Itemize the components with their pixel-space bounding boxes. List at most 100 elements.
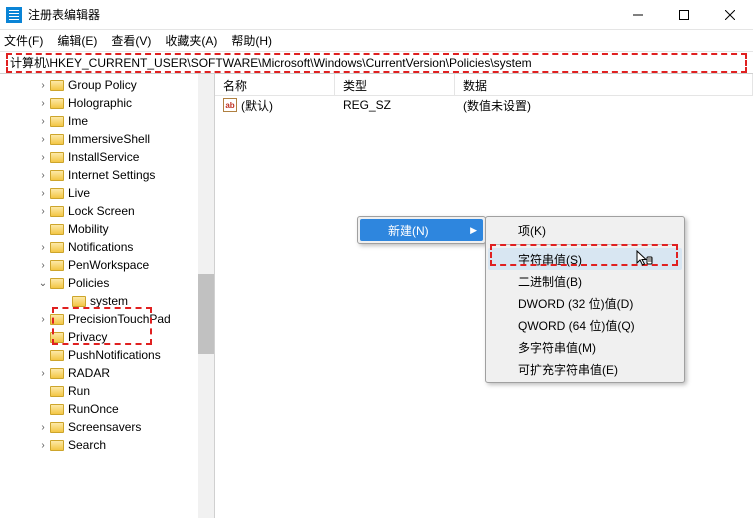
tree-item-policies[interactable]: ⌄ Policies: [0, 274, 214, 292]
context-new[interactable]: 新建(N) ▶: [360, 219, 483, 241]
expander-open-icon[interactable]: ⌄: [38, 278, 48, 289]
address-path: 计算机\HKEY_CURRENT_USER\SOFTWARE\Microsoft…: [10, 54, 532, 71]
folder-icon: [50, 170, 64, 181]
tree-item-runonce[interactable]: RunOnce: [0, 400, 214, 418]
submenu-key-label: 项(K): [518, 222, 546, 239]
tree-item-search[interactable]: ›Search: [0, 436, 214, 454]
maximize-button[interactable]: [661, 0, 707, 30]
tree-scrollbar-track[interactable]: [198, 74, 214, 518]
value-data: (数值未设置): [455, 97, 753, 114]
tree-item-label: Mobility: [68, 222, 109, 236]
folder-icon: [50, 206, 64, 217]
expander-closed-icon[interactable]: ›: [38, 440, 48, 451]
context-new-label: 新建(N): [388, 222, 429, 239]
close-button[interactable]: [707, 0, 753, 30]
tree-item-precisiontouchpad[interactable]: › PrecisionTouchPad: [0, 310, 214, 328]
folder-icon: [50, 368, 64, 379]
expander-closed-icon[interactable]: ›: [38, 98, 48, 109]
col-type[interactable]: 类型: [335, 74, 455, 95]
tree-pane: ›Group Policy›Holographic›Ime›ImmersiveS…: [0, 74, 215, 518]
menu-edit[interactable]: 编辑(E): [57, 32, 97, 49]
submenu-multi[interactable]: 多字符串值(M): [488, 336, 682, 358]
value-row[interactable]: ab (默认) REG_SZ (数值未设置): [215, 96, 753, 114]
tree-item-label: PushNotifications: [68, 348, 161, 362]
expander-closed-icon[interactable]: ›: [38, 80, 48, 91]
tree-scrollbar-thumb[interactable]: [198, 274, 214, 354]
expander-closed-icon[interactable]: ›: [38, 422, 48, 433]
submenu-string[interactable]: 字符串值(S): [488, 248, 682, 270]
tree-item-system[interactable]: system: [0, 292, 214, 310]
submenu-expand[interactable]: 可扩充字符串值(E): [488, 358, 682, 380]
folder-icon: [50, 242, 64, 253]
tree-item-mobility[interactable]: Mobility: [0, 220, 214, 238]
expander-closed-icon[interactable]: ›: [38, 260, 48, 271]
addressbar[interactable]: 计算机\HKEY_CURRENT_USER\SOFTWARE\Microsoft…: [0, 52, 753, 74]
expander-closed-icon[interactable]: ›: [38, 152, 48, 163]
folder-icon: [50, 116, 64, 127]
tree-item-label: RADAR: [68, 366, 110, 380]
tree-item-label: Group Policy: [68, 78, 137, 92]
tree-item-label: PrecisionTouchPad: [68, 312, 171, 326]
folder-icon: [50, 80, 64, 91]
tree-item-live[interactable]: ›Live: [0, 184, 214, 202]
tree-item-label: RunOnce: [68, 402, 119, 416]
menu-favorites[interactable]: 收藏夹(A): [165, 32, 217, 49]
expander-closed-icon[interactable]: ›: [38, 314, 48, 325]
expander-closed-icon[interactable]: ›: [38, 206, 48, 217]
expander-closed-icon[interactable]: ›: [38, 242, 48, 253]
expander-closed-icon[interactable]: ›: [38, 368, 48, 379]
value-type: REG_SZ: [335, 98, 455, 112]
context-submenu-new: 项(K) 字符串值(S) 二进制值(B) DWORD (32 位)值(D) QW…: [485, 216, 685, 383]
folder-icon: [50, 314, 64, 325]
tree-item-label: Ime: [68, 114, 88, 128]
menu-help[interactable]: 帮助(H): [231, 32, 272, 49]
submenu-dword-label: DWORD (32 位)值(D): [518, 295, 633, 312]
tree-item-label: Screensavers: [68, 420, 141, 434]
context-menu: 新建(N) ▶: [357, 216, 486, 244]
tree-item-immersiveshell[interactable]: › ImmersiveShell: [0, 130, 214, 148]
folder-icon: [50, 332, 64, 343]
tree-item-label: ImmersiveShell: [68, 132, 150, 146]
value-name: (默认): [241, 97, 273, 114]
folder-icon: [72, 296, 86, 307]
tree-item-lock-screen[interactable]: ›Lock Screen: [0, 202, 214, 220]
menu-file[interactable]: 文件(F): [4, 32, 43, 49]
tree-item-installservice[interactable]: ›InstallService: [0, 148, 214, 166]
tree-item-run[interactable]: Run: [0, 382, 214, 400]
tree-item-ime[interactable]: › Ime: [0, 112, 214, 130]
tree-item-screensavers[interactable]: › Screensavers: [0, 418, 214, 436]
tree-item-label: system: [90, 294, 128, 308]
menu-separator: [492, 244, 678, 245]
expander-closed-icon[interactable]: ›: [38, 188, 48, 199]
folder-icon: [50, 224, 64, 235]
folder-icon: [50, 440, 64, 451]
tree-item-holographic[interactable]: ›Holographic: [0, 94, 214, 112]
tree-item-radar[interactable]: › RADAR: [0, 364, 214, 382]
tree-item-label: Notifications: [68, 240, 133, 254]
folder-icon: [50, 278, 64, 289]
menu-view[interactable]: 查看(V): [111, 32, 151, 49]
submenu-string-label: 字符串值(S): [518, 251, 582, 268]
expander-closed-icon[interactable]: ›: [38, 170, 48, 181]
col-data[interactable]: 数据: [455, 74, 753, 95]
list-header: 名称 类型 数据: [215, 74, 753, 96]
tree-item-pushnotifications[interactable]: PushNotifications: [0, 346, 214, 364]
tree-item-internet-settings[interactable]: ›Internet Settings: [0, 166, 214, 184]
submenu-dword[interactable]: DWORD (32 位)值(D): [488, 292, 682, 314]
submenu-qword[interactable]: QWORD (64 位)值(Q): [488, 314, 682, 336]
tree-item-penworkspace[interactable]: ›PenWorkspace: [0, 256, 214, 274]
col-name[interactable]: 名称: [215, 74, 335, 95]
submenu-qword-label: QWORD (64 位)值(Q): [518, 317, 635, 334]
folder-icon: [50, 386, 64, 397]
submenu-multi-label: 多字符串值(M): [518, 339, 596, 356]
minimize-button[interactable]: [615, 0, 661, 30]
expander-closed-icon[interactable]: ›: [38, 116, 48, 127]
tree-item-privacy[interactable]: Privacy: [0, 328, 214, 346]
submenu-binary[interactable]: 二进制值(B): [488, 270, 682, 292]
submenu-expand-label: 可扩充字符串值(E): [518, 361, 618, 378]
tree-item-label: Policies: [68, 276, 109, 290]
submenu-key[interactable]: 项(K): [488, 219, 682, 241]
expander-closed-icon[interactable]: ›: [38, 134, 48, 145]
tree-item-group-policy[interactable]: › Group Policy: [0, 76, 214, 94]
tree-item-notifications[interactable]: › Notifications: [0, 238, 214, 256]
